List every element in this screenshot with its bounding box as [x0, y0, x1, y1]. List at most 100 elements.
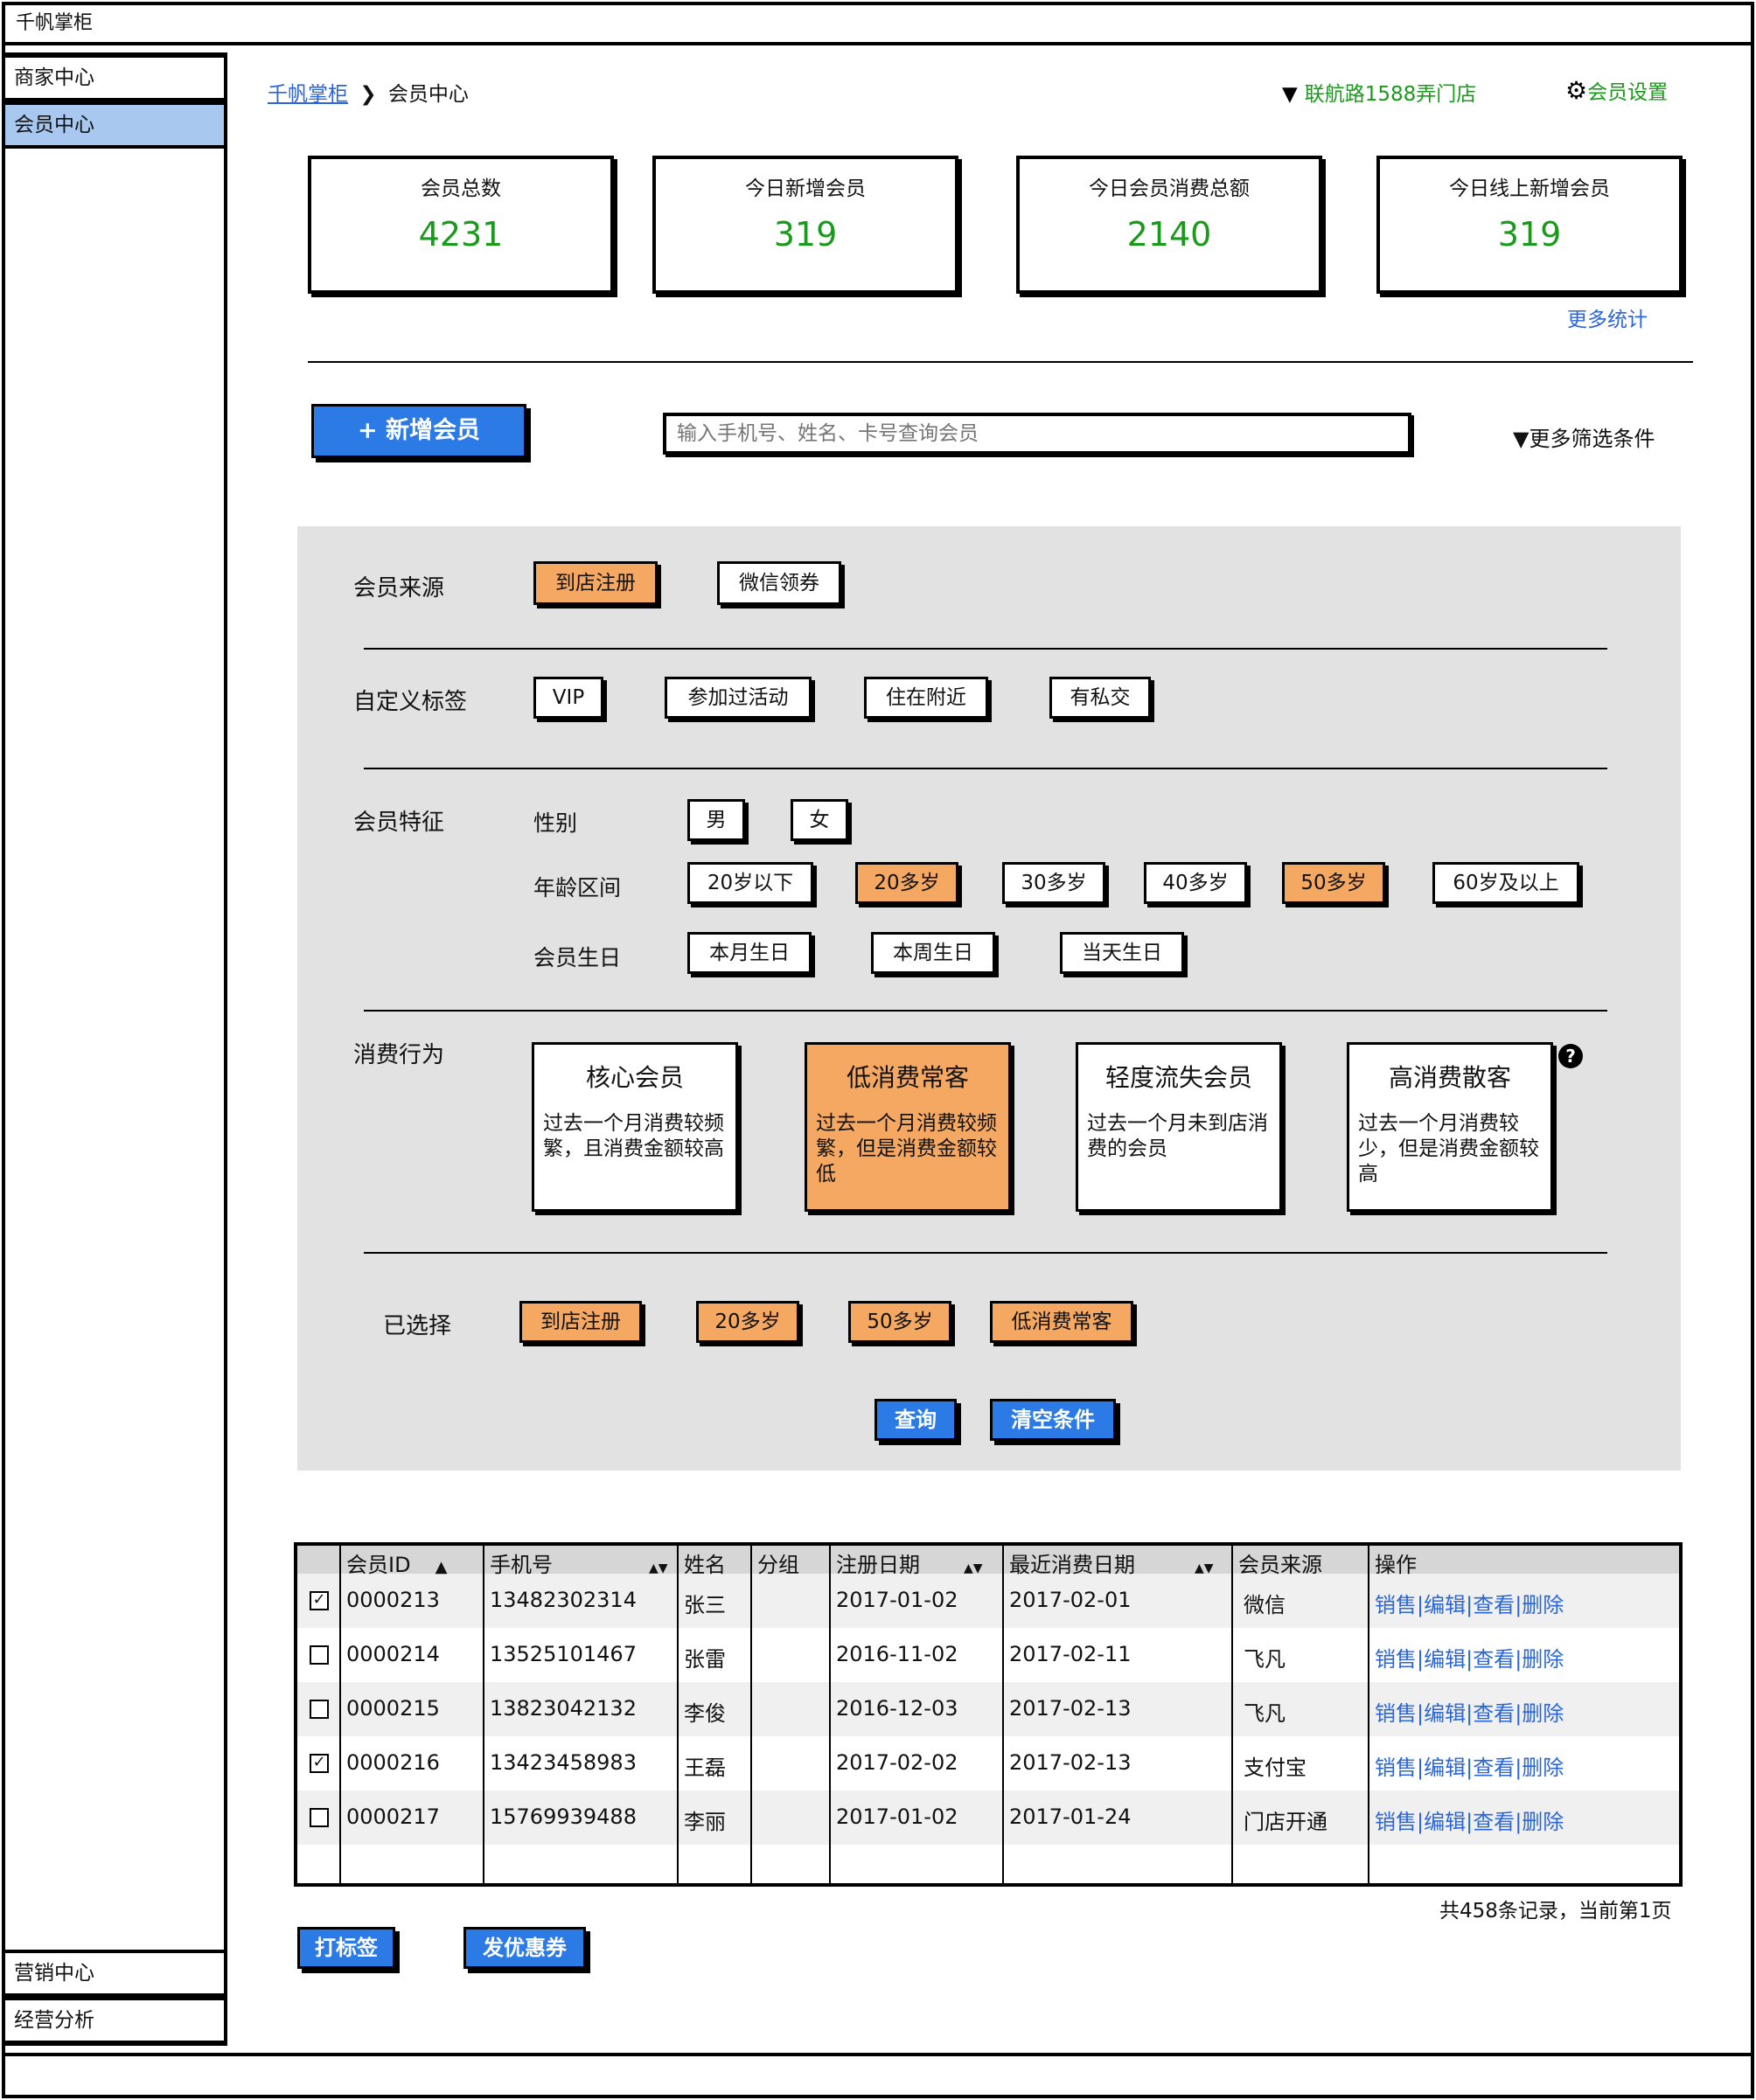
column-header-actions: 操作 [1375, 1553, 1417, 1577]
member-search-input[interactable] [663, 413, 1411, 455]
sidebar-item-marketing-center[interactable]: 营销中心 [2, 1950, 227, 1997]
sidebar-item-business-analysis[interactable]: 经营分析 [2, 1997, 227, 2044]
sell-link[interactable]: 销售 [1375, 1593, 1417, 1617]
more-stats-link[interactable]: 更多统计 [1567, 302, 1648, 332]
view-link[interactable]: 查看 [1473, 1756, 1515, 1780]
cell-phone: 13423458983 [490, 1750, 637, 1775]
member-settings-link[interactable]: ⚙会员设置 [1565, 75, 1668, 105]
chip-tag-nearby[interactable]: 住在附近 [864, 677, 988, 719]
sell-link[interactable]: 销售 [1375, 1810, 1417, 1834]
row-actions: 销售|编辑|查看|删除 [1375, 1696, 1564, 1727]
chip-birthday-this-week[interactable]: 本周生日 [871, 932, 995, 974]
delete-link[interactable]: 删除 [1522, 1593, 1564, 1617]
breadcrumb-root-link[interactable]: 千帆掌柜 [268, 83, 348, 106]
cell-member-id: 0000217 [346, 1804, 440, 1829]
view-link[interactable]: 查看 [1473, 1647, 1515, 1672]
cell-phone: 13525101467 [490, 1642, 637, 1666]
behavior-card-light-churn[interactable]: 轻度流失会员 过去一个月未到店消费的会员 [1076, 1042, 1282, 1212]
chip-tag-personal[interactable]: 有私交 [1049, 677, 1151, 719]
cell-name: 张雷 [684, 1647, 726, 1672]
edit-link[interactable]: 编辑 [1424, 1701, 1466, 1726]
row-checkbox[interactable] [310, 1700, 329, 1719]
stat-label: 今日会员消费总额 [1089, 177, 1250, 200]
behavior-card-high-spend-occasional[interactable]: 高消费散客 过去一个月消费较少，但是消费金额较高 [1347, 1042, 1553, 1212]
selected-chip[interactable]: 到店注册 [519, 1301, 642, 1343]
sidebar-item-member-center[interactable]: 会员中心 [2, 101, 227, 149]
behavior-card-low-spend-regular[interactable]: 低消费常客 过去一个月消费较频繁，但是消费金额较低 [805, 1042, 1011, 1212]
selected-chip[interactable]: 低消费常客 [990, 1301, 1133, 1343]
column-divider [1231, 1546, 1233, 1883]
gender-label: 性别 [533, 810, 578, 836]
view-link[interactable]: 查看 [1473, 1701, 1515, 1726]
sell-link[interactable]: 销售 [1375, 1756, 1417, 1780]
column-header-phone[interactable]: 手机号 ▲▼ [490, 1547, 668, 1578]
chip-source-store-register[interactable]: 到店注册 [533, 561, 658, 605]
delete-link[interactable]: 删除 [1522, 1810, 1564, 1834]
stat-value: 319 [773, 215, 838, 254]
query-button[interactable]: 查询 [875, 1399, 957, 1441]
delete-link[interactable]: 删除 [1522, 1647, 1564, 1672]
chip-tag-vip[interactable]: VIP [533, 677, 603, 719]
row-checkbox[interactable]: ✓ [310, 1754, 329, 1773]
chip-age-20s[interactable]: 20多岁 [855, 862, 958, 904]
separator: | [1417, 1701, 1425, 1726]
cell-name: 张三 [684, 1593, 726, 1617]
edit-link[interactable]: 编辑 [1424, 1593, 1466, 1617]
behavior-card-core-member[interactable]: 核心会员 过去一个月消费较频繁，且消费金额较高 [532, 1042, 738, 1212]
column-header-label: 手机号 [490, 1553, 553, 1577]
column-header-member-id[interactable]: 会员ID ▲ [346, 1547, 447, 1578]
chip-source-wechat-coupon[interactable]: 微信领券 [717, 561, 841, 605]
delete-link[interactable]: 删除 [1522, 1756, 1564, 1780]
chip-age-60-plus[interactable]: 60岁及以上 [1432, 862, 1579, 904]
row-checkbox[interactable] [310, 1645, 329, 1665]
selected-chip[interactable]: 50多岁 [848, 1301, 951, 1343]
sidebar-item-merchant-center[interactable]: 商家中心 [2, 54, 227, 101]
breadcrumb-current: 会员中心 [387, 83, 469, 106]
chip-birthday-this-month[interactable]: 本月生日 [687, 932, 812, 974]
chip-age-40s[interactable]: 40多岁 [1144, 862, 1247, 904]
chip-birthday-today[interactable]: 当天生日 [1060, 932, 1184, 974]
selected-chip[interactable]: 20多岁 [696, 1301, 799, 1343]
store-selector[interactable]: ▼ 联航路1588弄门店 [1282, 77, 1476, 107]
chip-age-30s[interactable]: 30多岁 [1002, 862, 1105, 904]
cell-register-date: 2016-12-03 [836, 1696, 958, 1721]
edit-link[interactable]: 编辑 [1424, 1756, 1466, 1780]
chip-gender-female[interactable]: 女 [791, 799, 848, 841]
view-link[interactable]: 查看 [1473, 1810, 1515, 1834]
sort-both-icon: ▲▼ [964, 1561, 983, 1575]
view-link[interactable]: 查看 [1473, 1593, 1515, 1617]
store-selector-label: 联航路1588弄门店 [1304, 83, 1477, 106]
row-checkbox[interactable]: ✓ [310, 1591, 329, 1610]
divider [364, 1252, 1607, 1254]
filter-panel [297, 526, 1681, 1471]
add-member-button[interactable]: + 新增会员 [311, 404, 526, 458]
clear-filters-button[interactable]: 清空条件 [990, 1399, 1116, 1441]
edit-link[interactable]: 编辑 [1424, 1647, 1466, 1672]
separator: | [1466, 1593, 1474, 1617]
tag-button[interactable]: 打标签 [297, 1927, 395, 1969]
sell-link[interactable]: 销售 [1375, 1647, 1417, 1672]
source-label: 会员来源 [353, 575, 445, 601]
sort-both-icon: ▲▼ [1195, 1561, 1214, 1575]
age-range-label: 年龄区间 [533, 875, 622, 900]
divider [364, 768, 1607, 769]
help-icon[interactable]: ? [1558, 1044, 1583, 1068]
more-filters-toggle[interactable]: ▼更多筛选条件 [1513, 421, 1655, 452]
chip-age-50s[interactable]: 50多岁 [1282, 862, 1385, 904]
column-header-register-date[interactable]: 注册日期 ▲▼ [836, 1547, 983, 1578]
send-coupon-button[interactable]: 发优惠券 [463, 1927, 586, 1969]
edit-link[interactable]: 编辑 [1424, 1810, 1466, 1834]
cell-last-purchase: 2017-02-13 [1009, 1696, 1132, 1721]
divider [364, 648, 1607, 650]
row-checkbox[interactable] [310, 1808, 329, 1827]
cell-phone: 13823042132 [490, 1696, 637, 1721]
chip-tag-joined-activity[interactable]: 参加过活动 [665, 677, 812, 719]
chip-gender-male[interactable]: 男 [687, 799, 745, 841]
gear-icon: ⚙ [1565, 76, 1588, 105]
sell-link[interactable]: 销售 [1375, 1701, 1417, 1726]
column-header-last-purchase[interactable]: 最近消费日期 ▲▼ [1009, 1547, 1214, 1578]
pagination-info: 共458条记录，当前第1页 [1439, 1900, 1672, 1923]
delete-link[interactable]: 删除 [1522, 1701, 1564, 1726]
cell-phone: 15769939488 [490, 1804, 637, 1829]
chip-age-under-20[interactable]: 20岁以下 [687, 862, 813, 904]
